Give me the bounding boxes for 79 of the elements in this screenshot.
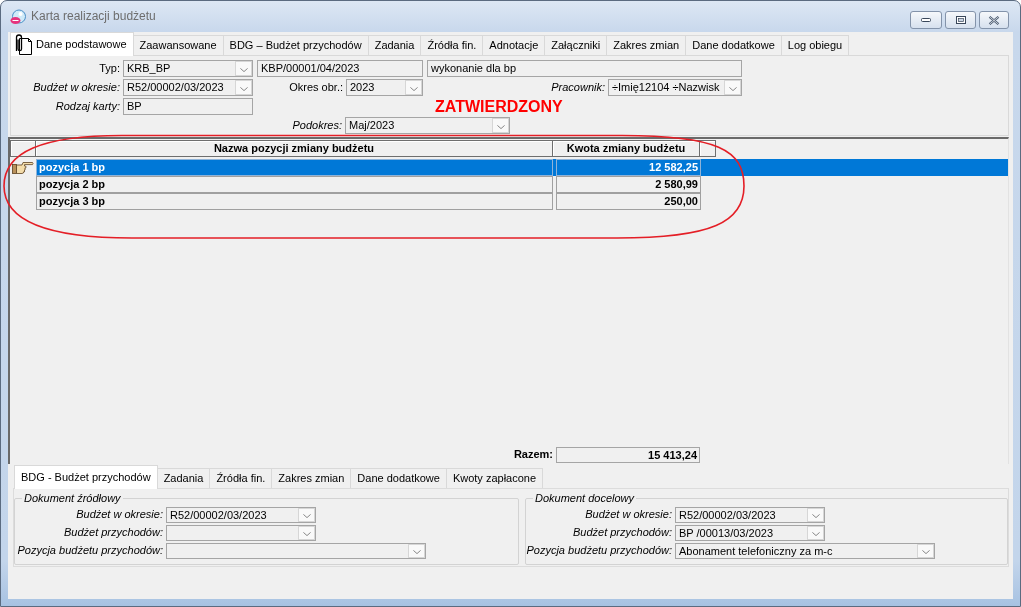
table-cell: 12 582,25	[556, 159, 701, 176]
table-cell: 2 580,99	[556, 176, 701, 193]
pointing-hand-icon	[12, 161, 34, 174]
app-icon	[10, 8, 26, 25]
field-label: Budżet w okresie:	[76, 508, 163, 521]
chevron-down-icon	[239, 68, 248, 72]
group-title: Dokument źródłowy	[23, 492, 122, 504]
combo-box[interactable]: Maj/2023	[345, 117, 510, 134]
dropdown-button[interactable]	[298, 508, 315, 522]
chevron-down-icon	[302, 514, 311, 518]
field-label: Okres obr.:	[289, 80, 343, 93]
table-row[interactable]: pozycja 2 bp 2 580,99	[36, 176, 1008, 193]
status-label: ZATWIERDZONY	[435, 98, 563, 115]
group-title: Dokument docelowy	[534, 492, 636, 504]
tab[interactable]: BDG - Budżet przychodów	[14, 465, 158, 489]
dropdown-button[interactable]	[807, 526, 824, 540]
combo-box[interactable]: ÷Imię12104 ÷Nazwisk	[608, 79, 742, 96]
field-label: Budżet w okresie:	[585, 508, 672, 521]
table-cell: pozycja 1 bp	[36, 159, 553, 176]
close-button[interactable]	[979, 11, 1009, 29]
combo-box[interactable]: R52/00002/03/2023	[675, 507, 825, 523]
field-label: Budżet przychodów:	[63, 526, 163, 539]
dropdown-button[interactable]	[724, 80, 741, 95]
field-label: Budżet przychodów:	[572, 526, 672, 539]
combo-box[interactable]: R52/00002/03/2023	[166, 507, 316, 523]
close-icon	[988, 15, 1000, 25]
dropdown-button[interactable]	[235, 80, 252, 95]
maximize-icon	[955, 16, 966, 24]
tab[interactable]: Kwoty zapłacone	[445, 468, 544, 488]
field-label: Pracownik:	[551, 80, 605, 93]
field-label: Podokres:	[292, 118, 342, 131]
chevron-down-icon	[409, 87, 418, 91]
table-row[interactable]: pozycja 3 bp 250,00	[36, 193, 1008, 210]
tab[interactable]: Log obiegu	[780, 35, 850, 55]
tab[interactable]: Dane podstawowe	[10, 32, 134, 56]
combo-box[interactable]	[166, 525, 316, 541]
dropdown-button[interactable]	[492, 118, 509, 133]
chevron-down-icon	[811, 514, 820, 518]
total-label: Razem:	[513, 448, 553, 461]
dropdown-button[interactable]	[298, 526, 315, 540]
field-label: Typ:	[99, 61, 120, 74]
chevron-down-icon	[811, 532, 820, 536]
chevron-down-icon	[496, 125, 505, 129]
table-cell: pozycja 3 bp	[36, 193, 553, 210]
chevron-down-icon	[728, 87, 737, 91]
table-cell: pozycja 2 bp	[36, 176, 553, 193]
combo-box[interactable]: BP /00013/03/2023	[675, 525, 825, 541]
column-header: Kwota zmiany budżetu	[552, 140, 700, 157]
minimize-icon	[921, 18, 931, 22]
text-field[interactable]: BP	[123, 98, 253, 115]
table-cell: 250,00	[556, 193, 701, 210]
dropdown-button[interactable]	[405, 80, 422, 95]
text-field[interactable]: KBP/00001/04/2023	[257, 60, 423, 77]
table-row[interactable]: pozycja 1 bp 12 582,25	[36, 159, 1008, 176]
field-label: Budżet w okresie:	[33, 80, 120, 93]
dropdown-button[interactable]	[408, 544, 425, 558]
chevron-down-icon	[921, 550, 930, 554]
text-field[interactable]: wykonanie dla bp	[427, 60, 742, 77]
chevron-down-icon	[302, 532, 311, 536]
dropdown-button[interactable]	[807, 508, 824, 522]
combo-box[interactable]: KRB_BP	[123, 60, 253, 77]
combo-box[interactable]: 2023	[346, 79, 423, 96]
dropdown-button[interactable]	[917, 544, 934, 558]
field-label: Pozycja budżetu przychodów:	[526, 544, 672, 557]
field-label: Rodzaj karty:	[55, 99, 120, 112]
combo-box[interactable]: R52/00002/03/2023	[123, 79, 253, 96]
column-header: Nazwa pozycji zmiany budżetu	[35, 140, 553, 157]
chevron-down-icon	[412, 550, 421, 554]
chevron-down-icon	[239, 87, 248, 91]
combo-box[interactable]: Abonament telefoniczny za m-c	[675, 543, 935, 559]
total-field: 15 413,24	[556, 447, 700, 463]
paperclip-icon	[13, 33, 33, 56]
field-label: Pozycja budżetu przychodów:	[17, 544, 163, 557]
column-header	[699, 140, 716, 157]
minimize-button[interactable]	[910, 11, 942, 29]
combo-box[interactable]	[166, 543, 426, 559]
maximize-button[interactable]	[945, 11, 976, 29]
dropdown-button[interactable]	[235, 61, 252, 76]
window-title: Karta realizacji budżetu	[31, 9, 156, 24]
